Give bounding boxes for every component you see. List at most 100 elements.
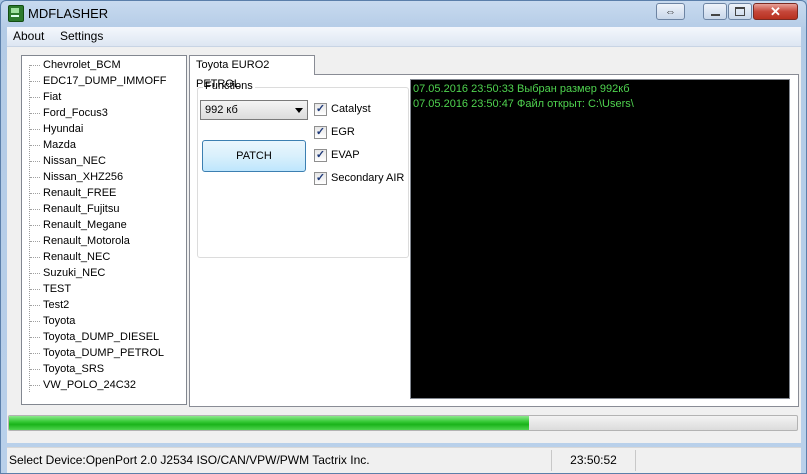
tab-page: Functions 992 кб PATCH ✓ Catalyst ✓ EGR [189, 74, 799, 407]
catalyst-label: Catalyst [331, 103, 371, 115]
tree-item[interactable]: Toyota_DUMP_DIESEL [30, 329, 159, 345]
secondary-air-checkbox[interactable]: ✓ Secondary AIR [314, 170, 404, 186]
menu-settings[interactable]: Settings [60, 29, 103, 43]
evap-checkbox[interactable]: ✓ EVAP [314, 147, 360, 163]
tree-item-label: Hyundai [43, 123, 84, 135]
tree-connector [30, 272, 40, 274]
tree-item[interactable]: Ford_Focus3 [30, 105, 108, 121]
status-bar: Select Device:OpenPort 2.0 J2534 ISO/CAN… [7, 447, 801, 473]
app-icon [8, 5, 24, 22]
checkmark-icon: ✓ [314, 102, 327, 116]
tree-item[interactable]: Test2 [30, 297, 69, 313]
status-device: Select Device:OpenPort 2.0 J2534 ISO/CAN… [7, 450, 552, 471]
tree-item[interactable]: Suzuki_NEC [30, 265, 105, 281]
swap-arrows-icon: ⇔ [665, 5, 676, 18]
tree-connector [30, 160, 40, 162]
app-window: MDFLASHER ⇔ ✕ About Settings Chevrolet_B… [0, 0, 807, 474]
tree-item-label: Chevrolet_BCM [43, 59, 121, 71]
tree-item-label: Fiat [43, 91, 62, 103]
egr-label: EGR [331, 126, 355, 138]
tree-item-label: Mazda [43, 139, 77, 151]
tree-item[interactable]: Toyota_SRS [30, 361, 104, 377]
tree-item-label: Suzuki_NEC [43, 267, 106, 279]
tree-item-label: EDC17_DUMP_IMMOFF [43, 75, 167, 87]
tree-item-label: Renault_FREE [43, 187, 117, 199]
tree-item-label: Renault_Megane [43, 219, 127, 231]
size-select[interactable]: 992 кб [200, 100, 308, 120]
egr-checkbox[interactable]: ✓ EGR [314, 124, 355, 140]
tree-item[interactable]: Renault_Fujitsu [30, 201, 119, 217]
tree-connector [30, 64, 40, 66]
tree-item-label: Toyota_DUMP_PETROL [43, 347, 165, 359]
log-line: 07.05.2016 23:50:33 Выбран размер 992кб [413, 83, 630, 95]
tree-item[interactable]: EDC17_DUMP_IMMOFF [30, 73, 166, 89]
window-title: MDFLASHER [28, 6, 109, 21]
tree-connector [30, 96, 40, 98]
tree-item-label: Toyota_DUMP_DIESEL [43, 331, 160, 343]
tree-item-label: Toyota_SRS [43, 363, 105, 375]
tree-connector [30, 352, 40, 354]
log-console[interactable]: 07.05.2016 23:50:33 Выбран размер 992кб … [410, 79, 790, 399]
checkmark-icon: ✓ [314, 171, 327, 185]
tree-item[interactable]: Mazda [30, 137, 76, 153]
tree-item-label: Renault_NEC [43, 251, 111, 263]
secondary-air-label: Secondary AIR [331, 172, 405, 184]
tree-item[interactable]: TEST [30, 281, 71, 297]
tree-item-label: Renault_Motorola [43, 235, 130, 247]
progress-fill [9, 416, 530, 430]
tree-item[interactable]: Nissan_NEC [30, 153, 106, 169]
tree-connector [30, 288, 40, 290]
close-button[interactable]: ✕ [753, 3, 798, 20]
chevron-down-icon [295, 108, 303, 113]
title-bar[interactable]: MDFLASHER ⇔ ✕ [1, 1, 806, 26]
tree-item-label: TEST [43, 283, 72, 295]
log-line: 07.05.2016 23:50:47 Файл открыт: C:\User… [413, 98, 634, 110]
tree-item[interactable]: Chevrolet_BCM [30, 57, 121, 73]
tree-item[interactable]: Renault_Motorola [30, 233, 130, 249]
tree-connector [30, 128, 40, 130]
tree-connector [30, 384, 40, 386]
tree-item[interactable]: Renault_NEC [30, 249, 110, 265]
tree-item[interactable]: Renault_Megane [30, 217, 127, 233]
tree-connector [30, 176, 40, 178]
tree-connector [30, 336, 40, 338]
tree-item-label: Ford_Focus3 [43, 107, 108, 119]
tree-connector [30, 320, 40, 322]
main-client-area: Chevrolet_BCM EDC17_DUMP_IMMOFF Fiat Ford_F… [7, 47, 801, 443]
checkmark-icon: ✓ [314, 125, 327, 139]
tab-control: Toyota EURO2 PETROL Functions 992 кб PAT… [189, 55, 799, 407]
tree-connector [30, 112, 40, 114]
tree-connector [30, 368, 40, 370]
tree-item[interactable]: Fiat [30, 89, 61, 105]
tree-item-label: VW_POLO_24C32 [43, 379, 136, 391]
tree-item[interactable]: Nissan_XHZ256 [30, 169, 123, 185]
tree-connector [30, 240, 40, 242]
minimize-icon [710, 13, 720, 16]
progress-bar [8, 415, 798, 431]
maximize-button[interactable] [728, 3, 752, 20]
tree-connector [30, 144, 40, 146]
tree-connector [30, 80, 40, 82]
device-tree[interactable]: Chevrolet_BCM EDC17_DUMP_IMMOFF Fiat Ford_F… [21, 55, 187, 405]
tree-item[interactable]: VW_POLO_24C32 [30, 377, 136, 393]
tab-toyota-euro2-petrol[interactable]: Toyota EURO2 PETROL [189, 55, 315, 90]
tree-connector [30, 224, 40, 226]
status-time: 23:50:52 [552, 450, 636, 471]
tree-item-label: Nissan_NEC [43, 155, 106, 167]
menu-about[interactable]: About [13, 29, 44, 43]
tree-item[interactable]: Hyundai [30, 121, 83, 137]
patch-button[interactable]: PATCH [202, 140, 306, 172]
tree-connector [30, 192, 40, 194]
menu-bar: About Settings [7, 27, 801, 47]
swap-window-button[interactable]: ⇔ [656, 3, 685, 20]
tree-item[interactable]: Toyota_DUMP_PETROL [30, 345, 164, 361]
tree-connector [30, 256, 40, 258]
catalyst-checkbox[interactable]: ✓ Catalyst [314, 101, 371, 117]
tree-item[interactable]: Renault_FREE [30, 185, 116, 201]
tree-item[interactable]: Toyota [30, 313, 75, 329]
tree-connector [30, 208, 40, 210]
tree-item-label: Test2 [43, 299, 70, 311]
close-icon: ✕ [770, 3, 781, 19]
minimize-button[interactable] [703, 3, 727, 20]
tree-item-label: Toyota [43, 315, 76, 327]
